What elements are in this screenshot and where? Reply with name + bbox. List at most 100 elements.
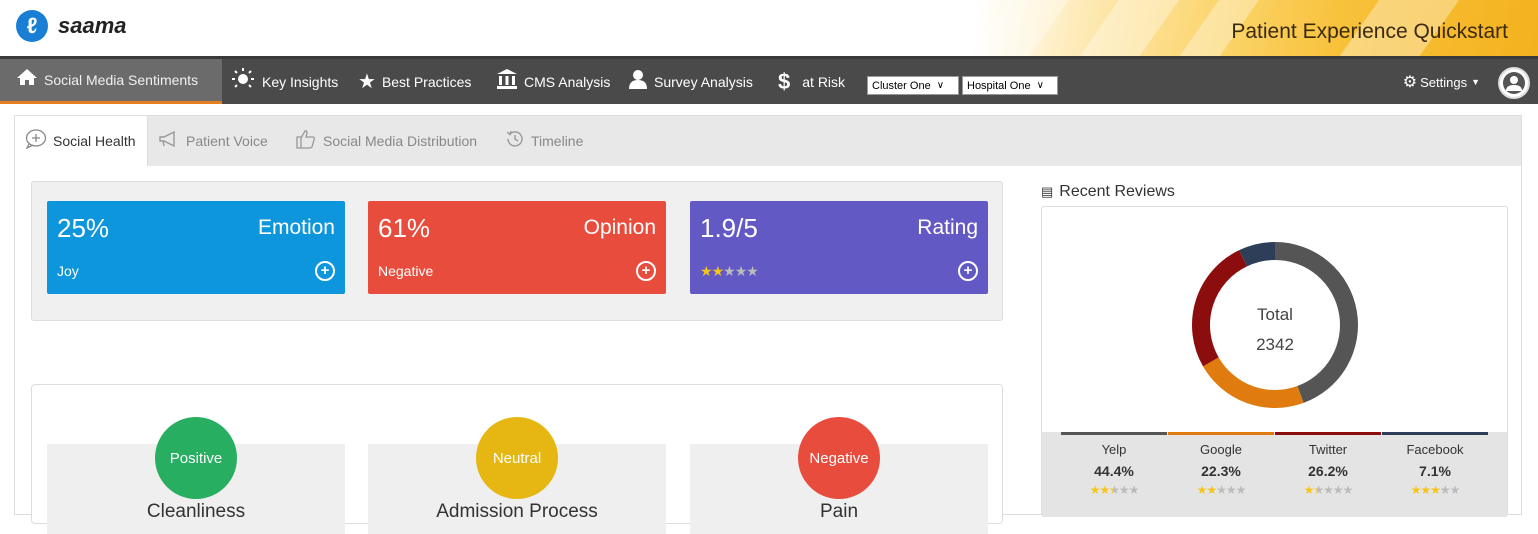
cluster-select[interactable]: Cluster One ∨ <box>867 76 959 95</box>
kpi-emotion-card[interactable]: 25% Emotion Joy + <box>47 201 345 294</box>
star-rating: ★★★★★ <box>1061 483 1167 497</box>
kpi-value: 1.9/5 <box>700 213 758 243</box>
history-icon <box>505 129 525 154</box>
megaphone-icon <box>158 130 180 153</box>
tab-patient-voice[interactable]: Patient Voice <box>158 116 268 166</box>
lightbulb-icon <box>230 67 256 96</box>
star-icon: ★ <box>1303 483 1315 497</box>
source-pct: 7.1% <box>1419 463 1451 479</box>
tab-label: Social Health <box>53 133 136 149</box>
recent-reviews-title: ▤ Recent Reviews <box>1041 183 1175 201</box>
kpi-subtitle: Negative <box>378 263 434 279</box>
star-icon: ★ <box>1128 483 1140 497</box>
recent-reviews-panel: Total 2342 Yelp 44.4% ★★★★★ Google 22.3%… <box>1041 206 1508 517</box>
star-icon: ★ <box>1430 483 1441 497</box>
star-icon: ★ <box>1225 483 1237 497</box>
tab-social-media-distribution[interactable]: Social Media Distribution <box>295 116 477 166</box>
kpi-title: Opinion <box>583 216 656 239</box>
star-icon: ★ <box>723 263 736 279</box>
source-pct: 22.3% <box>1201 463 1241 479</box>
kpi-value: 25% <box>57 213 110 243</box>
review-source-stats: Yelp 44.4% ★★★★★ Google 22.3% ★★★★★ Twit… <box>1042 432 1507 517</box>
logo-icon: ℓ <box>16 10 48 42</box>
star-icon: ★ <box>1216 483 1227 497</box>
star-icon: ★ <box>1332 483 1344 497</box>
source-google[interactable]: Google 22.3% ★★★★★ <box>1168 432 1274 512</box>
nav-label: Social Media Sentiments <box>44 72 199 88</box>
star-icon: ★ <box>711 263 725 279</box>
nav-key-insights[interactable]: Key Insights <box>230 59 338 104</box>
positive-badge: Positive <box>155 417 237 499</box>
star-icon: ★ <box>1118 483 1130 497</box>
star-icon: ★ <box>1410 483 1422 497</box>
recent-reviews-heading: Recent Reviews <box>1059 183 1175 200</box>
star-icon: ★ <box>1196 483 1208 497</box>
tab-social-health[interactable]: Social Health <box>15 116 148 166</box>
kpi-opinion-card[interactable]: 61% Opinion Negative + <box>368 201 666 294</box>
thumbs-up-icon <box>295 129 317 154</box>
nav-best-practices[interactable]: ★ Best Practices <box>358 59 471 104</box>
kpi-panel: 25% Emotion Joy + 61% Opinion Negative +… <box>31 181 1003 321</box>
donut-slice-facebook[interactable] <box>1239 242 1276 267</box>
sentiment-label: Admission Process <box>436 501 598 522</box>
user-icon <box>628 69 648 95</box>
star-icon: ★ <box>746 263 759 279</box>
tab-label: Social Media Distribution <box>323 133 478 149</box>
star-icon: ★ <box>1449 483 1461 497</box>
neutral-badge: Neutral <box>476 417 558 499</box>
nav-at-risk[interactable]: $ at Risk <box>778 59 845 104</box>
expand-plus-icon[interactable]: + <box>315 261 335 281</box>
star-icon: ★ <box>1235 483 1247 497</box>
star-rating: ★★★★★ <box>1382 483 1488 497</box>
nav-social-media-sentiments[interactable]: Social Media Sentiments <box>0 59 222 104</box>
star-icon: ★ <box>1089 483 1101 497</box>
tab-label: Timeline <box>531 133 584 149</box>
saama-logo[interactable]: ℓ saama <box>16 10 127 42</box>
reviews-donut-chart[interactable]: Total 2342 <box>1042 207 1507 432</box>
hospital-select[interactable]: Hospital One ∨ <box>962 76 1058 95</box>
nav-label: CMS Analysis <box>524 73 611 90</box>
app-title: Patient Experience Quickstart <box>1231 20 1508 43</box>
source-facebook[interactable]: Facebook 7.1% ★★★★★ <box>1382 432 1488 512</box>
source-name: Yelp <box>1101 442 1127 457</box>
donut-slice-twitter[interactable] <box>1192 250 1248 367</box>
star-rating: ★★★★★ <box>1168 483 1274 497</box>
logo-text: saama <box>58 13 127 38</box>
star-icon: ★ <box>1109 483 1120 497</box>
star-icon: ★ <box>1099 483 1110 497</box>
nav-label: Survey Analysis <box>654 73 753 90</box>
expand-plus-icon[interactable]: + <box>958 261 978 281</box>
avatar[interactable] <box>1498 67 1530 99</box>
source-yelp[interactable]: Yelp 44.4% ★★★★★ <box>1061 432 1167 512</box>
home-icon <box>16 68 38 92</box>
kpi-subtitle: Joy <box>57 263 79 279</box>
tab-bar: Social Health Patient Voice Social Media… <box>15 116 1521 166</box>
chevron-down-icon: ∨ <box>936 80 945 91</box>
source-pct: 44.4% <box>1094 463 1134 479</box>
star-icon: ★ <box>734 263 748 279</box>
source-twitter[interactable]: Twitter 26.2% ★★★★★ <box>1275 432 1381 512</box>
star-rating: ★★★★★ <box>700 263 759 280</box>
chevron-down-icon: ∨ <box>1036 80 1044 91</box>
kpi-value: 61% <box>378 213 431 243</box>
list-icon: ▤ <box>1041 184 1054 199</box>
donut-total-label: Total <box>1257 305 1293 324</box>
settings-label: Settings <box>1420 74 1468 90</box>
settings-menu[interactable]: ⚙ Settings ▼ <box>1403 72 1480 92</box>
source-pct: 26.2% <box>1308 463 1348 479</box>
negative-badge: Negative <box>798 417 880 499</box>
donut-slice-google[interactable] <box>1203 357 1304 408</box>
star-icon: ★ <box>1323 483 1334 497</box>
nav-survey-analysis[interactable]: Survey Analysis <box>628 59 753 104</box>
star-icon: ★ <box>358 71 376 93</box>
hospital-select-value: Hospital One <box>967 79 1031 92</box>
user-avatar-icon <box>1503 72 1525 94</box>
kpi-rating-card[interactable]: 1.9/5 Rating ★★★★★ + <box>690 201 988 294</box>
tab-timeline[interactable]: Timeline <box>505 116 583 166</box>
nav-cms-analysis[interactable]: CMS Analysis <box>496 59 610 104</box>
source-name: Twitter <box>1308 442 1348 457</box>
source-name: Facebook <box>1406 442 1464 457</box>
star-rating: ★★★★★ <box>1275 483 1381 497</box>
expand-plus-icon[interactable]: + <box>636 261 656 281</box>
sentiment-panel: Positive Neutral Negative Cleanliness Ad… <box>31 384 1003 534</box>
